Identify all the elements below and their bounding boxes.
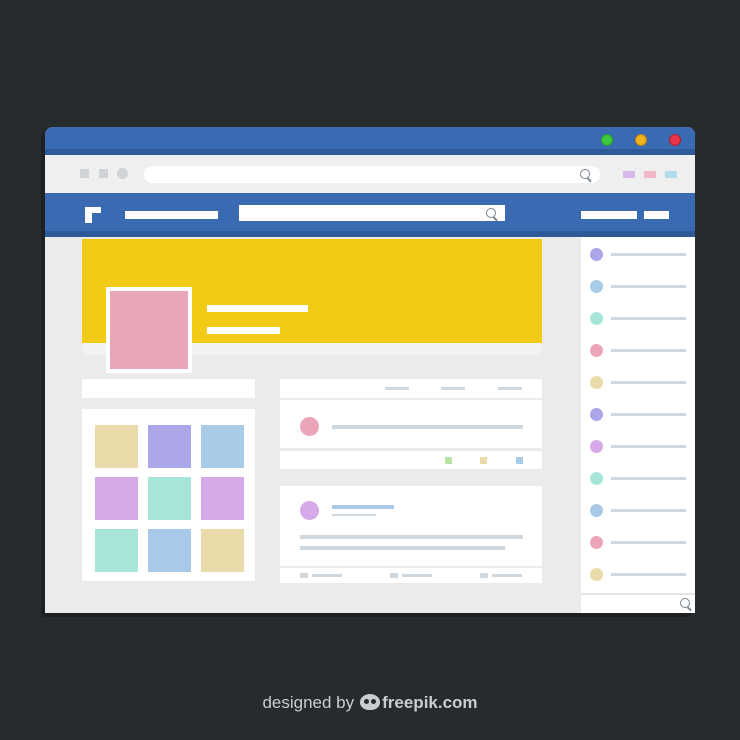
contact-avatar[interactable]: [590, 312, 603, 325]
back-icon[interactable]: [80, 169, 89, 178]
contact-avatar[interactable]: [590, 408, 603, 421]
contact-avatar[interactable]: [590, 472, 603, 485]
nav-link[interactable]: [581, 211, 637, 219]
post-card: [280, 486, 542, 566]
reaction-icon[interactable]: [480, 457, 487, 464]
like-button[interactable]: [312, 574, 342, 577]
contacts-sidebar: [581, 237, 695, 593]
contact-name[interactable]: [611, 317, 686, 320]
site-logo-icon[interactable]: [85, 207, 101, 223]
contact-avatar[interactable]: [590, 536, 603, 549]
contact-name[interactable]: [611, 509, 686, 512]
comment-button[interactable]: [402, 574, 432, 577]
attribution: designed by freepik.com: [0, 692, 740, 713]
search-icon: [680, 598, 690, 608]
cover-banner: [82, 239, 542, 373]
browser-toolbar: [45, 155, 695, 193]
gallery-tile[interactable]: [148, 425, 191, 468]
contact-name[interactable]: [611, 349, 686, 352]
contact-name[interactable]: [611, 381, 686, 384]
contact-avatar[interactable]: [590, 280, 603, 293]
site-navbar: [45, 193, 695, 237]
contact-avatar[interactable]: [590, 568, 603, 581]
contact-name[interactable]: [611, 573, 686, 576]
like-icon[interactable]: [300, 573, 308, 578]
contact-avatar[interactable]: [590, 440, 603, 453]
gallery-tile[interactable]: [201, 477, 244, 520]
gallery-tile[interactable]: [201, 425, 244, 468]
extension-icon[interactable]: [623, 171, 635, 178]
nav-link[interactable]: [125, 211, 218, 219]
post-author[interactable]: [332, 505, 394, 509]
profile-subtitle: [207, 327, 280, 334]
forward-icon[interactable]: [99, 169, 108, 178]
share-icon[interactable]: [480, 573, 488, 578]
contact-name[interactable]: [611, 541, 686, 544]
contact-name[interactable]: [611, 413, 686, 416]
post-avatar[interactable]: [300, 417, 319, 436]
post-card: [280, 400, 542, 448]
gallery-tile[interactable]: [95, 529, 138, 572]
gallery-tile[interactable]: [95, 425, 138, 468]
contact-avatar[interactable]: [590, 344, 603, 357]
search-icon: [580, 169, 590, 179]
green-dot-icon[interactable]: [601, 134, 613, 146]
gallery-header: [82, 379, 255, 398]
contact-name[interactable]: [611, 285, 686, 288]
gallery-tile[interactable]: [95, 477, 138, 520]
contact-name[interactable]: [611, 445, 686, 448]
nav-search-input[interactable]: [239, 205, 505, 221]
red-dot-icon[interactable]: [669, 134, 681, 146]
post-timestamp: [332, 514, 376, 516]
feed-tabs: [280, 379, 542, 398]
post-text: [300, 546, 505, 550]
gallery-tile[interactable]: [201, 529, 244, 572]
post-actions: [280, 451, 542, 469]
post-actions: [280, 568, 542, 583]
browser-window: [45, 127, 695, 613]
freepik-owl-icon: [360, 694, 381, 710]
attribution-brand[interactable]: freepik.com: [382, 693, 477, 712]
gallery-tile[interactable]: [148, 477, 191, 520]
address-bar[interactable]: [144, 166, 600, 183]
page-content: [45, 237, 695, 613]
reaction-icon[interactable]: [445, 457, 452, 464]
share-button[interactable]: [492, 574, 522, 577]
post-text: [332, 425, 523, 429]
reaction-icon[interactable]: [516, 457, 523, 464]
feed-tab[interactable]: [441, 387, 465, 390]
photo-gallery: [82, 409, 255, 581]
comment-icon[interactable]: [390, 573, 398, 578]
search-icon: [486, 208, 496, 218]
extension-icon[interactable]: [665, 171, 677, 178]
feed-tab[interactable]: [498, 387, 522, 390]
yellow-dot-icon[interactable]: [635, 134, 647, 146]
contact-name[interactable]: [611, 477, 686, 480]
post-text: [300, 535, 523, 539]
title-bar: [45, 127, 695, 155]
extension-icon[interactable]: [644, 171, 656, 178]
profile-avatar[interactable]: [106, 287, 192, 373]
profile-name: [207, 305, 308, 312]
contacts-search-input[interactable]: [581, 593, 695, 613]
nav-link[interactable]: [644, 211, 669, 219]
feed-tab[interactable]: [385, 387, 409, 390]
contact-avatar[interactable]: [590, 504, 603, 517]
gallery-tile[interactable]: [148, 529, 191, 572]
reload-icon[interactable]: [117, 168, 128, 179]
attribution-prefix: designed by: [262, 693, 355, 712]
contact-avatar[interactable]: [590, 376, 603, 389]
contact-avatar[interactable]: [590, 248, 603, 261]
contact-name[interactable]: [611, 253, 686, 256]
post-avatar[interactable]: [300, 501, 319, 520]
